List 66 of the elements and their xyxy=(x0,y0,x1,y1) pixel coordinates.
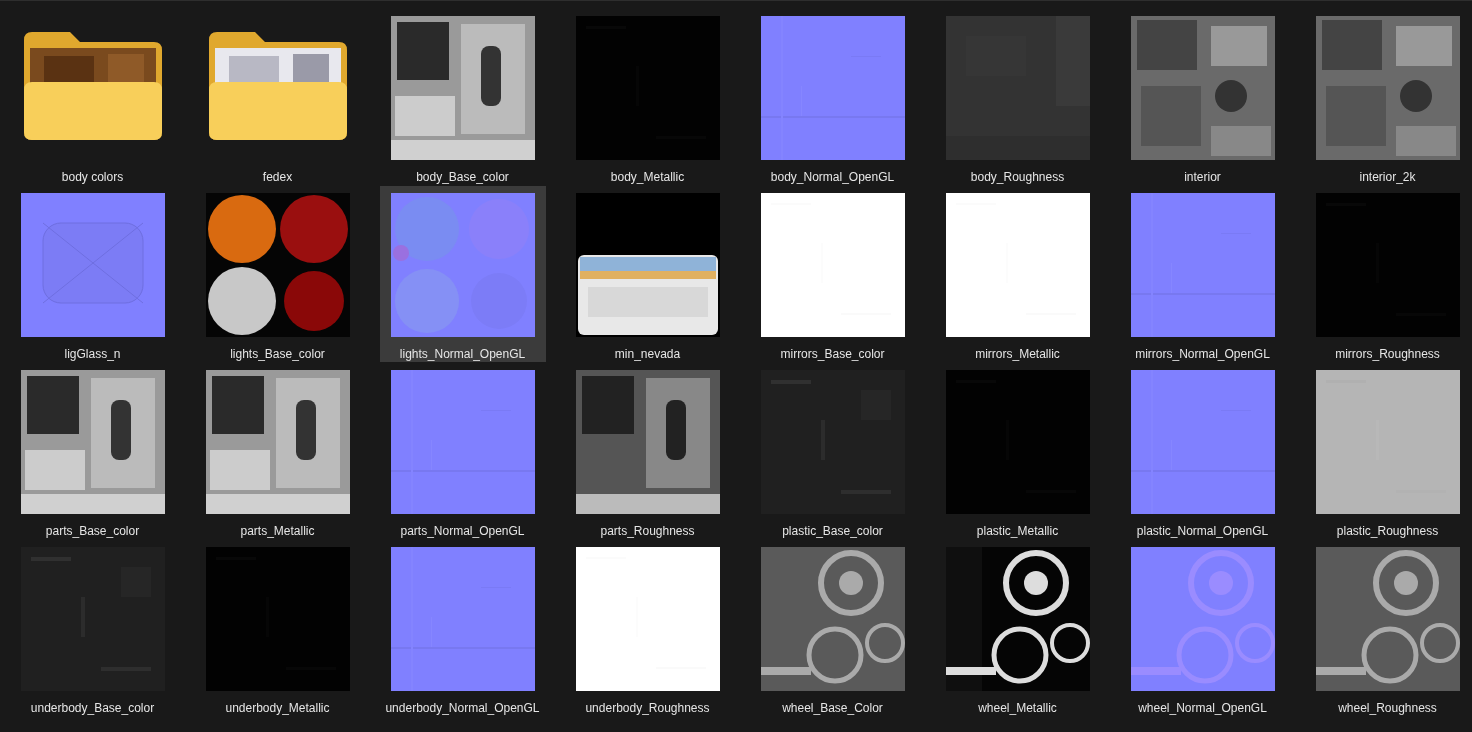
file-item[interactable]: fedex xyxy=(194,9,361,185)
file-name: plastic_Metallic xyxy=(976,523,1059,539)
file-name: plastic_Base_color xyxy=(782,523,883,539)
file-item[interactable]: parts_Normal_OpenGL xyxy=(379,363,546,539)
folder-icon xyxy=(23,32,162,140)
file-name: underbody_Normal_OpenGL xyxy=(385,700,540,716)
file-item[interactable]: underbody_Metallic xyxy=(194,540,361,716)
file-name: wheel_Metallic xyxy=(978,700,1057,716)
file-item[interactable]: interior_2k xyxy=(1304,9,1471,185)
file-item[interactable]: wheel_Roughness xyxy=(1304,540,1471,716)
file-item[interactable]: body_Base_color xyxy=(379,9,546,185)
file-item[interactable]: parts_Roughness xyxy=(564,363,731,539)
file-name: body_Roughness xyxy=(970,169,1065,185)
file-name: underbody_Metallic xyxy=(225,700,330,716)
file-name: min_nevada xyxy=(614,346,681,362)
file-name: plastic_Roughness xyxy=(1336,523,1439,539)
file-item[interactable]: underbody_Normal_OpenGL xyxy=(379,540,546,716)
file-name: parts_Roughness xyxy=(600,523,695,539)
file-name: lights_Base_color xyxy=(230,346,325,362)
file-item[interactable]: body_Metallic xyxy=(564,9,731,185)
file-item[interactable]: interior xyxy=(1119,9,1286,185)
file-name: mirrors_Roughness xyxy=(1335,346,1440,362)
file-item[interactable]: body colors xyxy=(9,9,176,185)
file-item[interactable]: body_Normal_OpenGL xyxy=(749,9,916,185)
file-item[interactable]: body_Roughness xyxy=(934,9,1101,185)
file-name: wheel_Roughness xyxy=(1338,700,1437,716)
folder-icon xyxy=(208,32,347,140)
file-item[interactable]: wheel_Base_Color xyxy=(749,540,916,716)
file-item[interactable]: mirrors_Roughness xyxy=(1304,186,1471,362)
file-item[interactable]: ligGlass_n xyxy=(9,186,176,362)
file-item[interactable]: underbody_Base_color xyxy=(9,540,176,716)
file-name: body_Metallic xyxy=(610,169,685,185)
file-name: parts_Base_color xyxy=(45,523,140,539)
file-name: underbody_Base_color xyxy=(30,700,155,716)
file-item[interactable]: mirrors_Normal_OpenGL xyxy=(1119,186,1286,362)
file-name: underbody_Roughness xyxy=(585,700,710,716)
file-item[interactable]: lights_Base_color xyxy=(194,186,361,362)
file-item[interactable]: wheel_Metallic xyxy=(934,540,1101,716)
file-name: wheel_Base_Color xyxy=(782,700,883,716)
file-item[interactable]: plastic_Roughness xyxy=(1304,363,1471,539)
file-name: wheel_Normal_OpenGL xyxy=(1138,700,1267,716)
file-item[interactable]: parts_Base_color xyxy=(9,363,176,539)
file-item[interactable]: mirrors_Base_color xyxy=(749,186,916,362)
file-name: mirrors_Base_color xyxy=(780,346,885,362)
file-item[interactable]: mirrors_Metallic xyxy=(934,186,1101,362)
file-name: lights_Normal_OpenGL xyxy=(399,346,526,362)
file-name: mirrors_Metallic xyxy=(975,346,1060,362)
file-name: parts_Normal_OpenGL xyxy=(400,523,525,539)
file-name: body_Normal_OpenGL xyxy=(770,169,895,185)
file-item[interactable]: underbody_Roughness xyxy=(564,540,731,716)
file-item[interactable]: parts_Metallic xyxy=(194,363,361,539)
file-name: body_Base_color xyxy=(416,169,509,185)
file-item[interactable]: plastic_Metallic xyxy=(934,363,1101,539)
file-name: plastic_Normal_OpenGL xyxy=(1136,523,1269,539)
file-name: interior xyxy=(1184,169,1221,185)
file-item[interactable]: min_nevada xyxy=(564,186,731,362)
file-name: body colors xyxy=(61,169,124,185)
file-item[interactable]: wheel_Normal_OpenGL xyxy=(1119,540,1286,716)
file-name: fedex xyxy=(262,169,293,185)
file-name: mirrors_Normal_OpenGL xyxy=(1135,346,1270,362)
file-name: parts_Metallic xyxy=(240,523,315,539)
file-item[interactable]: plastic_Base_color xyxy=(749,363,916,539)
file-name: interior_2k xyxy=(1359,169,1416,185)
file-item[interactable]: plastic_Normal_OpenGL xyxy=(1119,363,1286,539)
file-name: ligGlass_n xyxy=(64,346,121,362)
file-item[interactable]: lights_Normal_OpenGL xyxy=(379,186,546,362)
